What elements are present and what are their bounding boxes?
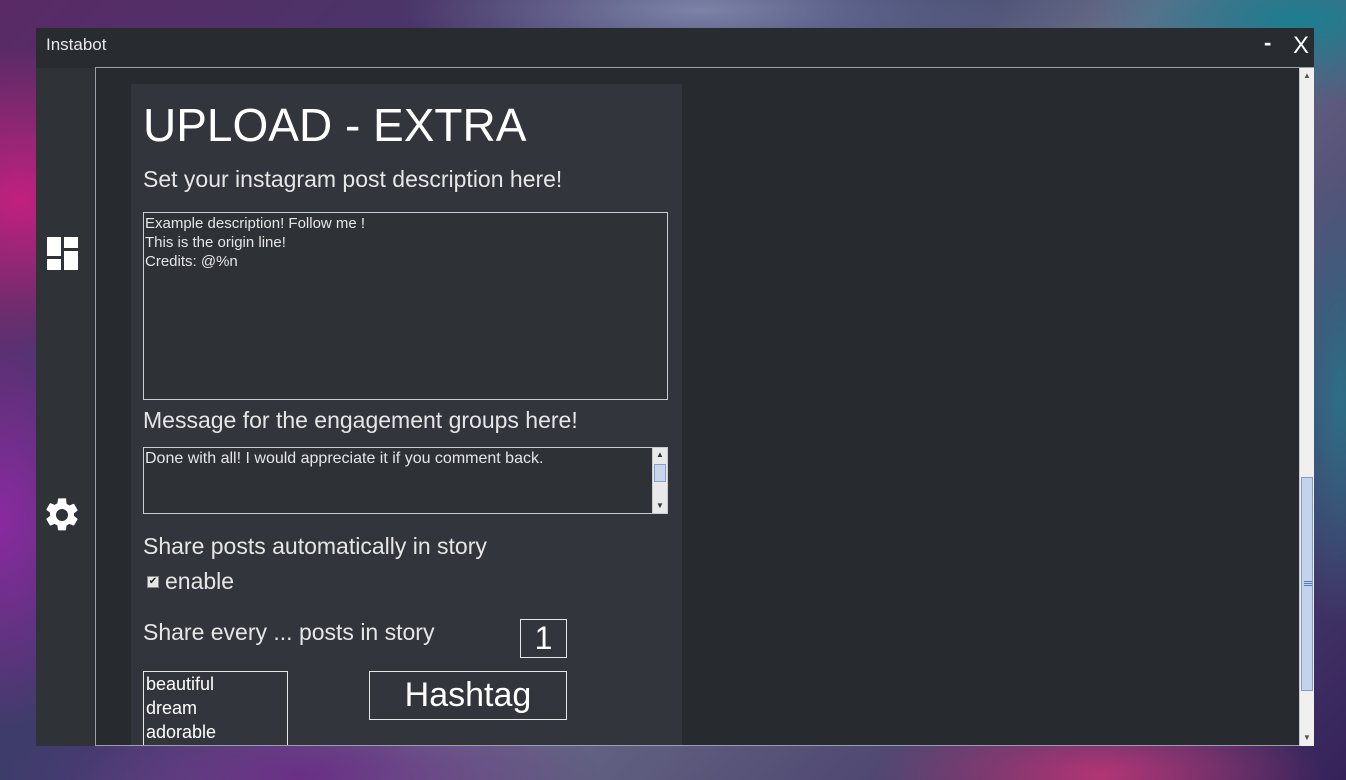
enable-label: enable	[165, 568, 235, 594]
story-label: Share posts automatically in story	[143, 533, 487, 559]
description-textarea[interactable]: Example description! Follow me ! This is…	[143, 212, 668, 400]
upload-extra-panel: UPLOAD - EXTRA Set your instagram post d…	[131, 84, 682, 745]
engagement-scrollbar[interactable]: ▲ ▼	[652, 448, 667, 513]
main-scrollbar[interactable]: ▲ ▼	[1299, 68, 1314, 746]
description-line: Credits: @%n	[145, 253, 238, 270]
scroll-up-icon[interactable]: ▲	[653, 448, 667, 462]
close-button[interactable]: X	[1293, 32, 1309, 60]
app-window: Instabot - X UPLOAD - EXTRA Set your ins…	[36, 28, 1314, 746]
hashtag-button[interactable]: Hashtag	[369, 671, 567, 720]
engagement-label: Message for the engagement groups here!	[143, 407, 578, 433]
scroll-thumb[interactable]	[654, 464, 666, 482]
enable-checkbox[interactable]: ✔	[147, 576, 159, 588]
page-title: UPLOAD - EXTRA	[143, 99, 527, 151]
list-item[interactable]: dream	[146, 696, 287, 720]
window-title: Instabot	[46, 35, 107, 54]
dashboard-icon[interactable]	[44, 235, 82, 273]
engagement-message: Done with all! I would appreciate it if …	[145, 450, 544, 467]
sidebar	[36, 68, 95, 746]
description-label: Set your instagram post description here…	[143, 166, 563, 192]
list-item[interactable]: beautiful	[146, 672, 287, 696]
gear-icon[interactable]	[42, 495, 80, 533]
scroll-thumb[interactable]	[1301, 477, 1313, 691]
engagement-textarea[interactable]: Done with all! I would appreciate it if …	[143, 447, 668, 514]
share-every-label: Share every ... posts in story	[143, 619, 435, 645]
share-every-input[interactable]: 1	[520, 619, 567, 658]
minimize-button[interactable]: -	[1264, 30, 1271, 56]
scroll-up-icon[interactable]: ▲	[1300, 69, 1314, 83]
scroll-down-icon[interactable]: ▼	[1300, 731, 1314, 745]
hashtag-list[interactable]: beautiful dream adorable	[143, 671, 288, 745]
title-bar[interactable]: Instabot - X	[36, 28, 1314, 68]
list-item[interactable]: adorable	[146, 720, 287, 744]
description-line: This is the origin line!	[145, 234, 286, 251]
description-line: Example description! Follow me !	[145, 215, 366, 232]
content-area: UPLOAD - EXTRA Set your instagram post d…	[95, 67, 1314, 746]
scroll-down-icon[interactable]: ▼	[653, 499, 667, 513]
